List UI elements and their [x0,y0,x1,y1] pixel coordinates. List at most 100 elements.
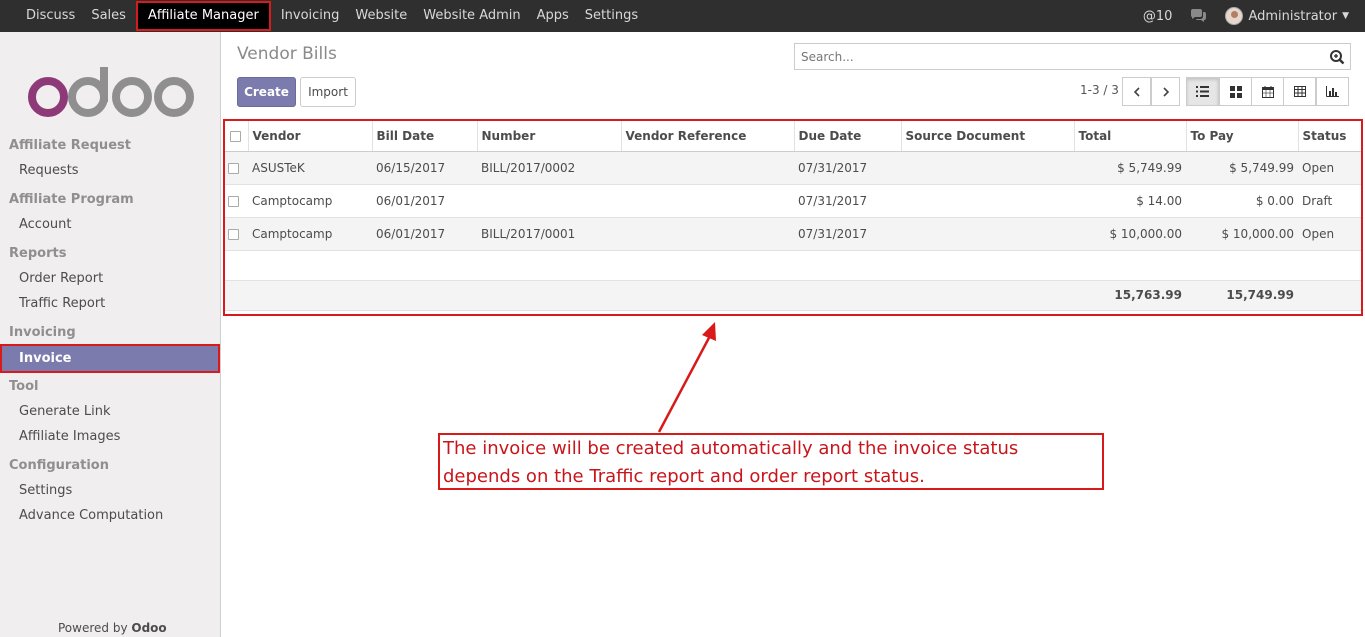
odoo-logo [28,67,194,117]
column-total[interactable]: Total [1073,121,1186,152]
search-input[interactable] [795,44,1315,69]
column-bill-date[interactable]: Bill Date [371,121,477,152]
menu-apps[interactable]: Apps [529,0,577,32]
section-reports: Reports [9,246,67,261]
sidebar-item-order-report[interactable]: Order Report [0,266,220,291]
search-box [794,43,1351,70]
select-all-checkbox[interactable] [230,130,241,142]
annotation-line-2: depends on the Traffic report and order … [443,466,925,487]
cell-source-document [901,184,1074,218]
section-affiliate-program: Affiliate Program [9,192,134,207]
sidebar-item-invoice[interactable]: Invoice [0,344,220,373]
sidebar-item-account[interactable]: Account [0,212,220,237]
footer-status-spacer [1298,279,1361,311]
powered-by: Powered by Odoo [58,621,167,635]
footer-spacer [225,279,1074,311]
calendar-icon [1261,85,1274,98]
footer-total: 15,763.99 [1074,279,1186,311]
bar-chart-icon [1326,86,1339,97]
table-footer-row: 15,763.99 15,749.99 [225,279,1361,311]
sidebar-item-generate-link[interactable]: Generate Link [0,399,220,424]
page-title: Vendor Bills [237,44,337,64]
section-invoicing: Invoicing [9,325,76,340]
cell-number [477,184,621,218]
row-checkbox[interactable] [228,162,239,174]
user-menu[interactable]: Administrator ▼ [1225,7,1349,25]
row-checkbox[interactable] [228,228,239,240]
cell-vendor-reference [621,151,794,185]
row-checkbox-cell [225,151,248,185]
menu-invoicing[interactable]: Invoicing [273,0,348,32]
list-icon [1196,86,1209,97]
row-checkbox[interactable] [228,195,239,207]
cell-status: Draft [1298,184,1361,218]
cell-bill-date: 06/15/2017 [372,151,477,185]
sidebar-item-settings[interactable]: Settings [0,478,220,503]
sidebar: Affiliate Request Requests Affiliate Pro… [0,32,221,637]
empty-row [225,250,1361,281]
annotation-callout: The invoice will be created automaticall… [438,433,1104,490]
section-affiliate-request: Affiliate Request [9,138,131,153]
section-tool: Tool [9,379,39,394]
graph-view-button[interactable] [1316,77,1349,106]
table-row[interactable]: Camptocamp 06/01/2017 BILL/2017/0001 07/… [225,217,1361,251]
row-checkbox-cell [225,217,248,251]
cell-total: $ 14.00 [1074,184,1186,218]
chevron-right-icon [1162,86,1169,97]
pivot-view-button[interactable] [1283,77,1316,106]
calendar-view-button[interactable] [1251,77,1284,106]
menu-settings[interactable]: Settings [577,0,646,32]
list-view-button[interactable] [1186,77,1219,106]
sidebar-item-traffic-report[interactable]: Traffic Report [0,291,220,316]
column-vendor-reference[interactable]: Vendor Reference [620,121,794,152]
cell-bill-date: 06/01/2017 [372,217,477,251]
cell-bill-date: 06/01/2017 [372,184,477,218]
column-vendor[interactable]: Vendor [247,121,372,152]
annotation-line-1: The invoice will be created automaticall… [443,438,1019,459]
sidebar-item-affiliate-images[interactable]: Affiliate Images [0,424,220,449]
column-status[interactable]: Status [1297,121,1361,152]
cell-to-pay: $ 0.00 [1186,184,1298,218]
pager-value[interactable]: 1-3 / 3 [1080,83,1119,97]
cell-status: Open [1298,217,1361,251]
pager-next-button[interactable] [1151,77,1180,106]
cell-number: BILL/2017/0002 [477,151,621,185]
column-number[interactable]: Number [476,121,621,152]
kanban-icon [1229,85,1242,98]
menu-sales[interactable]: Sales [83,0,134,32]
cell-vendor: Camptocamp [248,184,372,218]
pager-previous-button[interactable] [1122,77,1151,106]
sidebar-item-advance-computation[interactable]: Advance Computation [0,503,220,528]
app-menu: Discuss Sales Affiliate Manager Invoicin… [18,0,646,32]
cell-due-date: 07/31/2017 [794,184,901,218]
column-to-pay[interactable]: To Pay [1185,121,1298,152]
column-source-document[interactable]: Source Document [900,121,1074,152]
avatar [1225,7,1244,25]
menu-website[interactable]: Website [347,0,415,32]
cell-due-date: 07/31/2017 [794,217,901,251]
create-button[interactable]: Create [237,77,296,107]
table-row[interactable]: ASUSTeK 06/15/2017 BILL/2017/0002 07/31/… [225,151,1361,185]
table-header-row: Vendor Bill Date Number Vendor Reference… [225,121,1361,152]
cell-vendor: ASUSTeK [248,151,372,185]
search-icon[interactable] [1329,49,1345,65]
sidebar-item-requests[interactable]: Requests [0,158,220,183]
cell-vendor-reference [621,217,794,251]
menu-affiliate-manager[interactable]: Affiliate Manager [135,1,271,31]
table-row[interactable]: Camptocamp 06/01/2017 07/31/2017 $ 14.00… [225,184,1361,218]
cell-total: $ 5,749.99 [1074,151,1186,185]
menu-discuss[interactable]: Discuss [18,0,83,32]
notifications-button[interactable]: @10 [1143,9,1173,24]
section-configuration: Configuration [9,458,109,473]
chat-icon[interactable] [1190,9,1207,23]
menu-website-admin[interactable]: Website Admin [415,0,528,32]
column-due-date[interactable]: Due Date [793,121,901,152]
notifications-count: @10 [1142,8,1173,24]
table-icon [1293,86,1306,97]
vendor-bills-list: Vendor Bill Date Number Vendor Reference… [223,119,1363,316]
kanban-view-button[interactable] [1219,77,1252,106]
powered-by-link[interactable]: Odoo [131,621,166,635]
chevron-left-icon [1133,86,1140,97]
cell-to-pay: $ 5,749.99 [1186,151,1298,185]
import-button[interactable]: Import [300,77,356,107]
